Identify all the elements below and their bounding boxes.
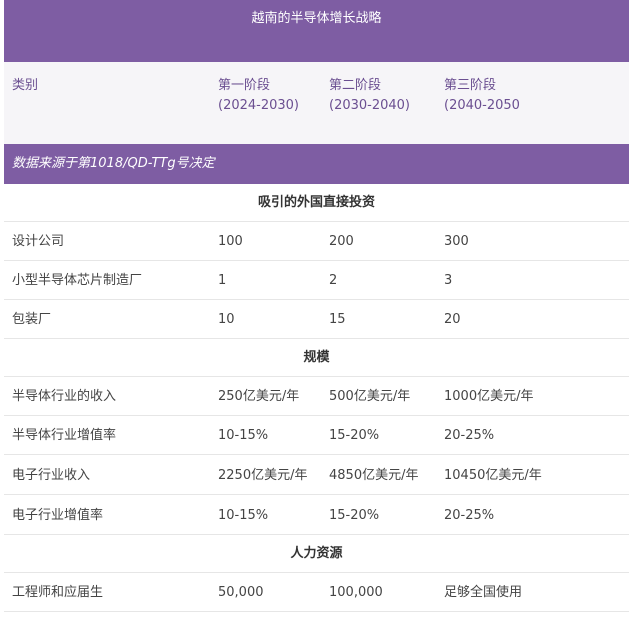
phase3-value: 20-25%	[444, 508, 495, 523]
phase3-value: 10450亿美元/年	[444, 468, 542, 483]
phase2-value: 15-20%	[329, 428, 380, 443]
header-phase2-years: (2030-2040)	[329, 98, 411, 113]
phase2-value: 500亿美元/年	[329, 389, 411, 404]
table-row: 电子行业增值率 10-15% 15-20% 20-25%	[4, 496, 629, 535]
table-row: 包装厂 10 15 20	[4, 300, 629, 339]
phase2-value: 200	[329, 234, 354, 249]
header-phase2: 第二阶段 (2030-2040)	[329, 76, 410, 116]
phase1-value: 10	[218, 312, 235, 327]
phase3-value: 20	[444, 312, 461, 327]
header-phase3-name: 第三阶段	[444, 78, 497, 93]
phase2-value: 100,000	[329, 585, 383, 600]
section-title-scale: 规模	[4, 339, 629, 377]
row-label: 电子行业收入	[12, 468, 91, 483]
table-row: 半导体行业增值率 10-15% 15-20% 20-25%	[4, 416, 629, 455]
phase2-value: 15-20%	[329, 508, 380, 523]
row-label: 工程师和应届生	[12, 585, 104, 600]
header-phase1: 第一阶段 (2024-2030)	[218, 76, 299, 116]
phase2-value: 4850亿美元/年	[329, 468, 419, 483]
phase2-value: 2	[329, 273, 338, 288]
header-phase3: 第三阶段 (2040-2050	[444, 76, 520, 116]
table-header-row: 类别 第一阶段 (2024-2030) 第二阶段 (2030-2040) 第三阶…	[4, 62, 629, 144]
table-row: 电子行业收入 2250亿美元/年 4850亿美元/年 10450亿美元/年	[4, 456, 629, 495]
source-note: 数据来源于第1018/QD-TTg号决定	[4, 144, 629, 184]
table-title: 越南的半导体增长战略	[251, 11, 382, 26]
row-label: 半导体行业增值率	[12, 428, 117, 443]
phase3-value: 3	[444, 273, 453, 288]
header-phase3-years: (2040-2050	[444, 98, 520, 113]
phase1-value: 50,000	[218, 585, 264, 600]
phase3-value: 1000亿美元/年	[444, 389, 534, 404]
header-category: 类别	[12, 78, 39, 93]
header-phase1-name: 第一阶段	[218, 78, 271, 93]
phase1-value: 10-15%	[218, 508, 269, 523]
section-title-human-resources: 人力资源	[4, 535, 629, 573]
row-label: 包装厂	[12, 312, 52, 327]
header-phase1-years: (2024-2030)	[218, 98, 300, 113]
phase3-value: 足够全国使用	[444, 585, 523, 600]
row-label: 电子行业增值率	[12, 508, 104, 523]
phase1-value: 100	[218, 234, 243, 249]
header-phase2-name: 第二阶段	[329, 78, 382, 93]
row-label: 设计公司	[12, 234, 65, 249]
phase2-value: 15	[329, 312, 346, 327]
row-label: 小型半导体芯片制造厂	[12, 273, 143, 288]
table-row: 小型半导体芯片制造厂 1 2 3	[4, 261, 629, 300]
phase3-value: 20-25%	[444, 428, 495, 443]
section-title-fdi: 吸引的外国直接投资	[4, 184, 629, 222]
row-label: 半导体行业的收入	[12, 389, 117, 404]
table-row: 工程师和应届生 50,000 100,000 足够全国使用	[4, 573, 629, 612]
phase1-value: 2250亿美元/年	[218, 468, 308, 483]
phase1-value: 250亿美元/年	[218, 389, 300, 404]
table-row: 半导体行业的收入 250亿美元/年 500亿美元/年 1000亿美元/年	[4, 377, 629, 416]
phase3-value: 300	[444, 234, 469, 249]
phase1-value: 10-15%	[218, 428, 269, 443]
phase1-value: 1	[218, 273, 227, 288]
table-row: 设计公司 100 200 300	[4, 222, 629, 261]
table-title-bar: 越南的半导体增长战略	[4, 0, 629, 62]
